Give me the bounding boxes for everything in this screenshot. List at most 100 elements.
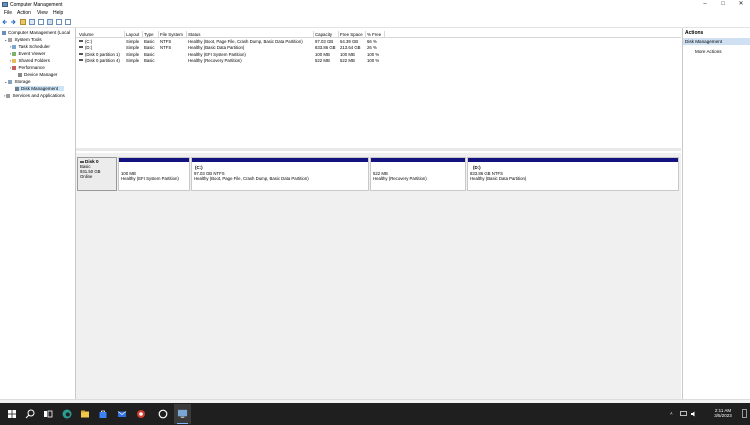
properties-icon[interactable] [38,19,44,25]
section-label: Disk Management [685,39,723,44]
partition-status: Healthy (EFI System Partition) [121,176,179,182]
cell-status: Healthy (EFI System Partition) [188,51,246,57]
notification-icon[interactable] [742,409,747,418]
partition-recovery[interactable]: 522 MB Healthy (Recovery Partition) [370,157,466,191]
pane-splitter[interactable] [76,148,681,151]
task-view-icon[interactable] [42,408,54,420]
minimize-button[interactable]: – [696,0,714,9]
computer-icon [2,30,6,35]
computer-management-taskbar-button[interactable] [174,404,191,424]
cell-free-space: 213.64 GB [340,45,361,50]
column-header-status[interactable]: Status [188,32,200,37]
disk-0-label[interactable]: Disk 0 Basic 931.50 GB Online [77,157,117,191]
search-icon[interactable] [24,408,36,420]
show-hide-tree-icon[interactable] [29,19,35,25]
menu-help[interactable]: Help [53,10,63,16]
tree-item-services[interactable]: › Services and Applications [4,93,65,98]
column-header-capacity[interactable]: Capacity [315,32,332,37]
column-header-volume[interactable]: Volume [79,32,94,37]
more-actions-link[interactable]: More Actions [695,49,722,54]
cell-status: Healthy (Basic Data Partition) [188,45,245,50]
column-header-layout[interactable]: Layout [126,32,139,37]
maximize-button[interactable]: □ [714,0,732,9]
cell-capacity: 100 MB [315,51,330,57]
column-header-free-space[interactable]: Free Space [340,32,363,37]
navigation-tree: Computer Management (Local ⌄ System Tool… [0,28,76,399]
menu-file[interactable]: File [4,10,12,16]
tray-overflow-icon[interactable]: ˄ [670,411,673,416]
clock[interactable]: 2:11 AM 3/5/2023 [708,408,738,418]
start-windows-icon[interactable] [6,408,18,420]
partition-c[interactable]: (C:) 97.03 GB NTFS Healthy (Boot, Page F… [191,157,369,191]
column-header-type[interactable]: Type [144,32,154,37]
tree-label: System Tools [14,37,42,42]
store-icon[interactable] [97,408,109,420]
tree-item-shared-folders[interactable]: › Shared Folders [10,58,50,63]
column-divider[interactable] [338,31,339,37]
tree-item-disk-management[interactable]: Disk Management [15,86,65,91]
close-button[interactable]: ✕ [732,0,750,9]
volume-icon [79,46,83,48]
cell-capacity: 97.03 GB [315,38,334,44]
menu-action[interactable]: Action [17,10,31,16]
file-explorer-icon[interactable] [79,408,91,420]
title-bar: Computer Management – □ ✕ [0,0,750,9]
help-icon[interactable] [47,19,53,25]
up-folder-icon[interactable] [20,19,26,25]
cell-volume: (C:) [85,38,93,44]
tree-item-performance[interactable]: › Performance [10,65,45,70]
tree-label: Task Scheduler [18,44,50,49]
column-divider[interactable] [186,31,187,37]
column-header-file-system[interactable]: File System [160,32,183,37]
column-header-percent-free[interactable]: % Free [367,32,381,37]
partition-d[interactable]: (D:) 833.86 GB NTFS Healthy (Basic Data … [467,157,679,191]
services-icon [6,93,11,98]
disk-state: Online [80,174,93,180]
cortana-icon[interactable] [157,408,169,420]
column-divider[interactable] [384,31,385,37]
menu-view[interactable]: View [37,10,48,16]
app-icon[interactable] [135,408,147,420]
cell-layout: Simple [126,45,140,50]
tree-item-event-viewer[interactable]: › Event Viewer [10,51,45,56]
volume-icon [79,52,83,55]
cell-type: Basic [144,51,155,57]
tree-label: Storage [14,79,31,84]
export-list-icon[interactable] [56,19,62,25]
volume-icon [79,39,83,42]
mail-icon[interactable] [116,408,128,420]
tree-label: Services and Applications [12,93,65,98]
cell-layout: Simple [126,38,140,44]
column-divider[interactable] [124,31,125,37]
back-arrow-icon[interactable] [2,19,8,25]
actions-section-disk-management[interactable]: Disk Management [683,38,750,45]
cell-status: Healthy (Recovery Partition) [188,58,242,63]
folder-icon [12,58,17,63]
cell-percent-free: 66 % [367,38,377,44]
column-divider[interactable] [142,31,143,37]
tree-item-task-scheduler[interactable]: › Task Scheduler [10,44,50,49]
tree-item-system-tools[interactable]: ⌄ System Tools [4,37,42,42]
column-divider[interactable] [313,31,314,37]
window-title: Computer Management [10,2,63,8]
partition-label: (C:) [195,165,203,170]
tree-item-device-manager[interactable]: Device Manager [18,72,57,77]
cell-volume: (Disk 0 partition 1) [85,51,120,57]
actions-title: Actions [685,30,704,36]
column-divider[interactable] [158,31,159,37]
edge-browser-icon[interactable] [61,408,73,420]
forward-arrow-icon[interactable] [10,19,16,25]
table-row[interactable]: (Disk 0 partition 4) Simple Basic Health… [76,58,681,65]
cell-type: Basic [144,45,155,50]
volume-icon [79,59,83,61]
cell-file-system: NTFS [160,38,172,44]
tree-item-root[interactable]: Computer Management (Local [2,30,70,35]
tree-item-storage[interactable]: ⌄ Storage [4,79,31,84]
network-icon[interactable] [680,411,687,417]
volume-icon[interactable] [690,411,697,417]
cell-type: Basic [144,38,155,44]
cell-type: Basic [144,58,155,63]
settings-icon[interactable] [65,19,71,25]
column-divider[interactable] [365,31,366,37]
partition-efi[interactable]: 100 MB Healthy (EFI System Partition) [118,157,190,191]
